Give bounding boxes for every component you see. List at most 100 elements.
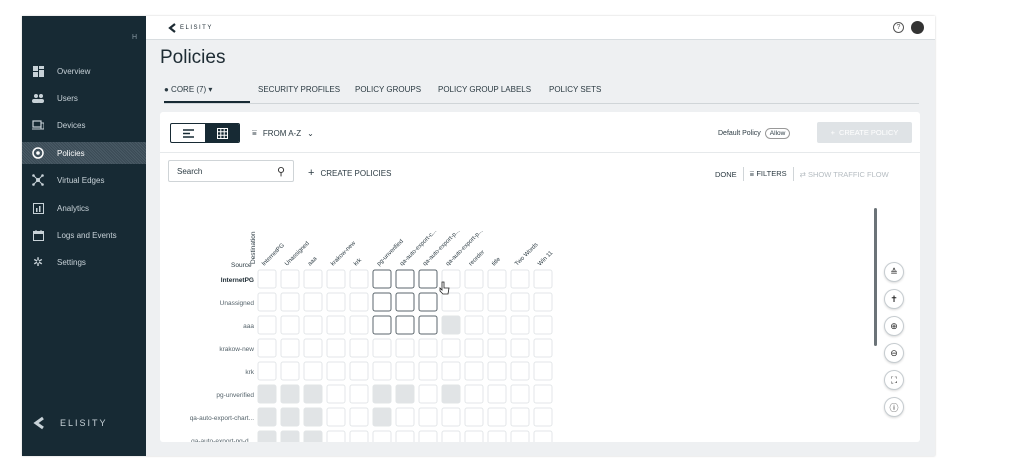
matrix-cell[interactable] — [326, 430, 346, 442]
tab-policy-groups[interactable]: POLICY GROUPS — [355, 85, 421, 94]
create-policy-button[interactable]: + CREATE POLICY — [817, 122, 912, 143]
sidebar-collapse-toggle[interactable]: H — [132, 34, 137, 41]
matrix-cell[interactable] — [533, 315, 553, 335]
matrix-cell[interactable] — [418, 292, 438, 312]
row-header[interactable]: InternetPG — [221, 277, 254, 284]
row-header[interactable]: krakow-new — [219, 346, 254, 353]
matrix-cell[interactable] — [349, 430, 369, 442]
sidebar-item-virtual-edges[interactable]: Virtual Edges — [22, 169, 146, 191]
matrix-cell[interactable] — [372, 384, 392, 404]
done-button[interactable]: DONE — [715, 170, 737, 179]
matrix-cell[interactable] — [349, 384, 369, 404]
matrix-cell[interactable] — [372, 361, 392, 381]
matrix-cell[interactable] — [441, 384, 461, 404]
grid-view-button[interactable] — [205, 124, 239, 142]
matrix-cell[interactable] — [303, 384, 323, 404]
column-header[interactable]: aaa — [307, 256, 319, 268]
show-traffic-flow-button[interactable]: ⇄ SHOW TRAFFIC FLOW — [800, 170, 889, 179]
matrix-cell[interactable] — [464, 407, 484, 427]
matrix-cell[interactable] — [510, 407, 530, 427]
matrix-cell[interactable] — [395, 430, 415, 442]
matrix-cell[interactable] — [395, 407, 415, 427]
matrix-cell[interactable] — [280, 292, 300, 312]
column-header[interactable]: krk — [353, 257, 364, 268]
tab-security-profiles[interactable]: SECURITY PROFILES — [258, 85, 340, 94]
matrix-cell[interactable] — [418, 430, 438, 442]
matrix-cell[interactable] — [464, 269, 484, 289]
tab-policy-sets[interactable]: POLICY SETS — [549, 85, 601, 94]
accessibility-icon[interactable]: ✝ — [884, 289, 904, 309]
help-icon[interactable]: ? — [893, 22, 904, 33]
matrix-cell[interactable] — [326, 361, 346, 381]
matrix-cell[interactable] — [280, 338, 300, 358]
column-header[interactable]: Two Words — [514, 242, 539, 267]
matrix-cell[interactable] — [510, 338, 530, 358]
matrix-cell[interactable] — [303, 361, 323, 381]
row-header[interactable]: Unassigned — [220, 300, 255, 307]
matrix-cell[interactable] — [395, 361, 415, 381]
matrix-cell[interactable] — [533, 338, 553, 358]
sidebar-item-analytics[interactable]: Analytics — [22, 197, 146, 219]
matrix-cell[interactable] — [372, 407, 392, 427]
matrix-cell[interactable] — [280, 407, 300, 427]
zoom-in-icon[interactable]: ⊕ — [884, 316, 904, 336]
matrix-cell[interactable] — [464, 338, 484, 358]
sidebar-item-settings[interactable]: ✲ Settings — [22, 251, 146, 273]
matrix-cell[interactable] — [487, 384, 507, 404]
column-header[interactable]: InternetPG — [261, 242, 286, 267]
matrix-cell[interactable] — [372, 292, 392, 312]
matrix-cell[interactable] — [510, 384, 530, 404]
matrix-cell[interactable] — [418, 407, 438, 427]
matrix-cell[interactable] — [441, 269, 461, 289]
matrix-cell[interactable] — [441, 315, 461, 335]
column-header[interactable]: reorder — [468, 249, 486, 267]
matrix-cell[interactable] — [510, 430, 530, 442]
matrix-cell[interactable] — [372, 430, 392, 442]
matrix-cell[interactable] — [280, 315, 300, 335]
info-icon[interactable]: ⓘ — [884, 397, 904, 417]
matrix-cell[interactable] — [533, 269, 553, 289]
matrix-cell[interactable] — [372, 338, 392, 358]
vertical-scrollbar[interactable] — [874, 208, 877, 346]
default-policy-badge[interactable]: Allow — [764, 128, 791, 139]
matrix-cell[interactable] — [487, 292, 507, 312]
matrix-cell[interactable] — [280, 269, 300, 289]
matrix-cell[interactable] — [257, 384, 277, 404]
matrix-cell[interactable] — [372, 269, 392, 289]
matrix-cell[interactable] — [257, 430, 277, 442]
matrix-cell[interactable] — [257, 338, 277, 358]
matrix-cell[interactable] — [257, 407, 277, 427]
matrix-cell[interactable] — [303, 269, 323, 289]
sort-dropdown[interactable]: ⩸ FROM A-Z ⌄ — [252, 128, 314, 138]
filters-button[interactable]: ⩸ FILTERS — [750, 169, 787, 179]
matrix-cell[interactable] — [510, 361, 530, 381]
fit-screen-icon[interactable]: ⛶ — [884, 370, 904, 390]
matrix-cell[interactable] — [395, 269, 415, 289]
matrix-cell[interactable] — [349, 338, 369, 358]
row-header[interactable]: krk — [245, 369, 254, 376]
matrix-cell[interactable] — [257, 269, 277, 289]
column-header[interactable]: title — [491, 256, 502, 267]
matrix-cell[interactable] — [418, 315, 438, 335]
matrix-cell[interactable] — [418, 361, 438, 381]
matrix-cell[interactable] — [372, 315, 392, 335]
tab-policy-group-labels[interactable]: POLICY GROUP LABELS — [438, 85, 531, 94]
matrix-cell[interactable] — [349, 407, 369, 427]
matrix-cell[interactable] — [395, 315, 415, 335]
zoom-out-icon[interactable]: ⊖ — [884, 343, 904, 363]
matrix-cell[interactable] — [303, 315, 323, 335]
matrix-cell[interactable] — [280, 384, 300, 404]
matrix-cell[interactable] — [510, 269, 530, 289]
matrix-cell[interactable] — [533, 430, 553, 442]
matrix-cell[interactable] — [349, 269, 369, 289]
list-view-button[interactable] — [171, 124, 205, 142]
column-header[interactable]: qa-auto-export-c... — [399, 228, 438, 267]
search-input[interactable]: Search ⚲ — [168, 160, 294, 182]
matrix-cell[interactable] — [464, 430, 484, 442]
matrix-cell[interactable] — [326, 269, 346, 289]
sidebar-item-users[interactable]: Users — [22, 87, 146, 109]
sidebar-item-overview[interactable]: Overview — [22, 60, 146, 82]
matrix-cell[interactable] — [533, 407, 553, 427]
matrix-cell[interactable] — [464, 292, 484, 312]
contrast-icon[interactable]: ≙ — [884, 262, 904, 282]
